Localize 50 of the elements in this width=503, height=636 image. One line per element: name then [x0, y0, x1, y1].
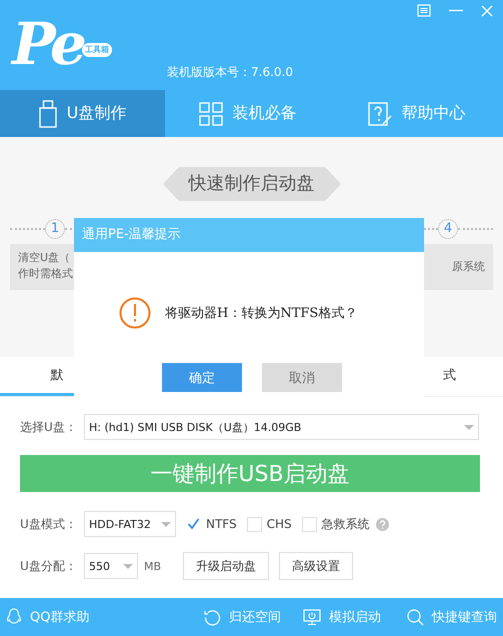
dialog-message: 将驱动器H：转换为NTFS格式？ — [165, 305, 358, 322]
help-icon[interactable] — [376, 518, 389, 530]
checkbox[interactable] — [302, 516, 317, 532]
footer-link[interactable]: 模拟启动 — [303, 608, 381, 626]
dialog-title: 通用PE-温馨提示 — [74, 218, 424, 252]
checkbox[interactable] — [246, 516, 262, 532]
grid-icon — [198, 102, 222, 126]
unit-label: MB — [144, 560, 162, 572]
usb-drive-icon — [38, 100, 57, 128]
monitor-icon — [303, 608, 321, 626]
version-label: 装机版版本号：7.6.0.0 — [167, 64, 293, 81]
nav-tab[interactable]: 帮助中心 — [330, 90, 503, 137]
caret-icon — [161, 522, 171, 526]
drive-dropdown[interactable]: H: (hd1) SMI USB DISK（U盘）14.09GB — [84, 414, 479, 440]
nav-tab[interactable]: 装机必备 — [165, 90, 330, 137]
footer-link[interactable]: QQ群求助 — [6, 608, 90, 626]
logo-text: Pe — [12, 10, 83, 78]
checkbox-label: NTFS — [206, 517, 237, 531]
size-dropdown[interactable]: 550 — [84, 553, 138, 579]
logo-badge: 工具箱 — [82, 43, 112, 57]
make-usb-button[interactable]: 一键制作USB启动盘 — [20, 455, 480, 492]
step-number: 4 — [438, 219, 458, 239]
ok-button[interactable]: 确定 — [162, 363, 242, 392]
checkbox[interactable] — [186, 516, 201, 532]
penguin-icon — [6, 608, 22, 626]
field-label: 选择U盘： — [20, 418, 78, 436]
checkbox-label: CHS — [266, 517, 292, 531]
step-text: 作时需格式 — [18, 266, 74, 282]
action-button[interactable]: 高级设置 — [279, 552, 354, 580]
step-text: 清空U盘（ — [18, 250, 72, 266]
checkbox-label: 急救系统 — [322, 516, 370, 532]
search-icon — [407, 608, 424, 626]
step-text: 原系统 — [452, 259, 485, 275]
caret-icon — [464, 424, 474, 430]
close-icon[interactable] — [481, 4, 493, 16]
step-number: 1 — [45, 219, 65, 239]
mode-dropdown[interactable]: HDD-FAT32 — [84, 511, 176, 537]
nav-tab[interactable]: U盘制作 — [0, 90, 165, 137]
help-icon — [368, 102, 392, 126]
warning-icon — [119, 297, 151, 329]
caret-icon — [123, 564, 133, 568]
undo-icon — [204, 608, 221, 626]
field-label: U盘模式： — [20, 516, 78, 532]
minimize-icon[interactable] — [449, 9, 463, 12]
menu-icon[interactable] — [417, 4, 431, 17]
footer-link[interactable]: 快捷键查询 — [407, 608, 497, 626]
field-label: U盘分配： — [20, 558, 78, 574]
action-button[interactable]: 升级启动盘 — [183, 552, 270, 580]
footer-link[interactable]: 归还空间 — [204, 608, 281, 626]
cancel-button[interactable]: 取消 — [262, 363, 342, 392]
